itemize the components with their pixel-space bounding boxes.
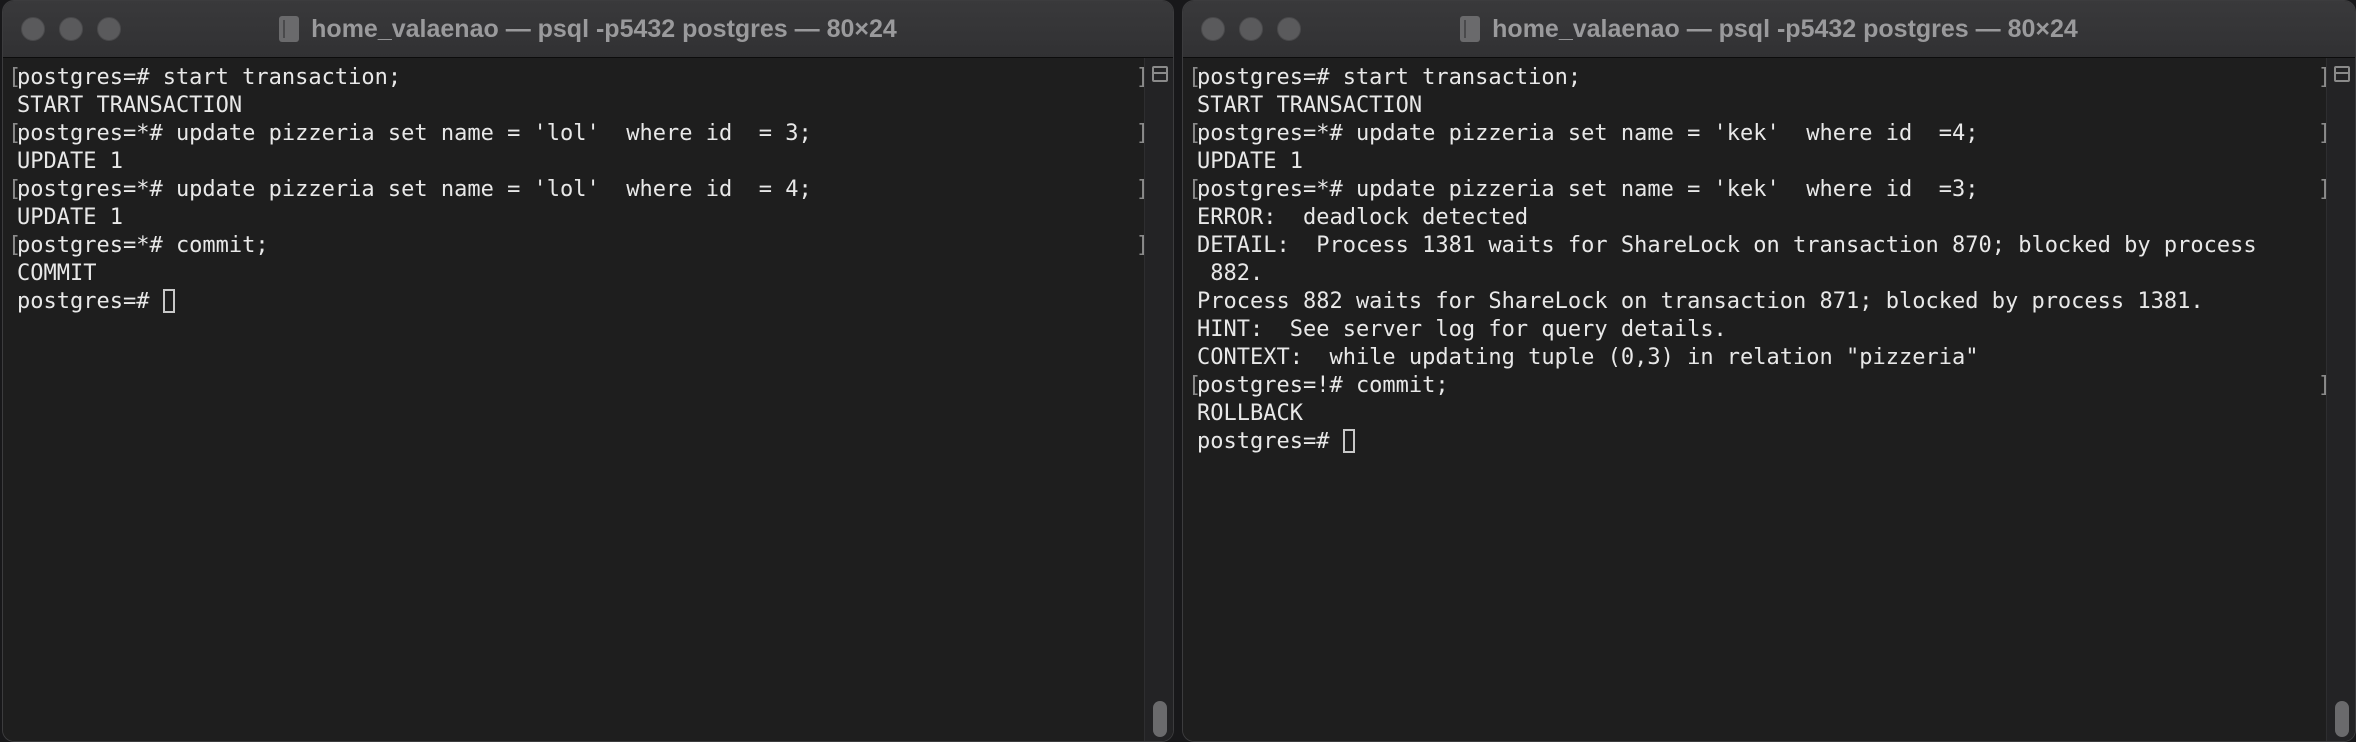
terminal-line: [postgres=*# update pizzeria set name = … (8, 120, 1149, 148)
terminal-line: 882. (1197, 260, 2321, 288)
terminal-line: UPDATE 1 (17, 204, 1139, 232)
terminal-line: CONTEXT: while updating tuple (0,3) in r… (1197, 344, 2321, 372)
terminal-line-text: START TRANSACTION (1197, 93, 1423, 118)
window-titlebar[interactable]: home_valaenao — psql -p5432 postgres — 8… (1183, 1, 2355, 58)
terminal-line-text: postgres=# (1197, 429, 1343, 454)
terminal-window-right[interactable]: home_valaenao — psql -p5432 postgres — 8… (1182, 0, 2356, 742)
terminal-line-text: UPDATE 1 (17, 149, 123, 174)
terminal-line-text: postgres=*# update pizzeria set name = '… (1197, 177, 1979, 202)
terminal-line-text: postgres=*# update pizzeria set name = '… (17, 121, 812, 146)
prompt-mark-left: [ (8, 233, 22, 258)
scrollbar-thumb[interactable] (2335, 701, 2349, 737)
terminal-document-icon (1460, 16, 1481, 42)
split-pane-icon[interactable] (1152, 66, 1168, 82)
terminal-line: postgres=# (1197, 428, 2321, 456)
terminal-content[interactable]: [postgres=# start transaction;] START TRA… (1183, 58, 2355, 741)
window-title: home_valaenao — psql -p5432 postgres — 8… (311, 14, 897, 43)
terminal-line: DETAIL: Process 1381 waits for ShareLock… (1197, 232, 2321, 260)
terminal-line: [postgres=# start transaction;] (1188, 64, 2331, 92)
terminal-line: ROLLBACK (1197, 400, 2321, 428)
terminal-line-text: UPDATE 1 (17, 205, 123, 230)
terminal-line-text: ROLLBACK (1197, 401, 1303, 426)
terminal-line-text: postgres=*# commit; (17, 233, 269, 258)
window-titlebar[interactable]: home_valaenao — psql -p5432 postgres — 8… (3, 1, 1173, 58)
terminal-line: [postgres=!# commit;] (1188, 372, 2331, 400)
prompt-mark-left: [ (8, 121, 22, 146)
window-title: home_valaenao — psql -p5432 postgres — 8… (1492, 14, 2078, 43)
window-title-container: home_valaenao — psql -p5432 postgres — 8… (1183, 1, 2355, 57)
terminal-line: UPDATE 1 (17, 148, 1139, 176)
terminal-line: Process 882 waits for ShareLock on trans… (1197, 288, 2321, 316)
prompt-mark-left: [ (1188, 65, 1202, 90)
terminal-line: [postgres=*# update pizzeria set name = … (8, 176, 1149, 204)
terminal-line-text: 882. (1197, 261, 1264, 286)
terminal-line-text: DETAIL: Process 1381 waits for ShareLock… (1197, 233, 2257, 258)
terminal-line-text: HINT: See server log for query details. (1197, 317, 1727, 342)
split-pane-icon[interactable] (2334, 66, 2350, 82)
terminal-line: [postgres=*# update pizzeria set name = … (1188, 176, 2331, 204)
terminal-line-text: postgres=# (17, 289, 163, 314)
terminal-document-icon (279, 16, 300, 42)
prompt-mark-left: [ (8, 65, 22, 90)
desktop: home_valaenao — psql -p5432 postgres — 8… (0, 0, 2356, 742)
terminal-line-text: postgres=# start transaction; (17, 65, 402, 90)
terminal-line-text: Process 882 waits for ShareLock on trans… (1197, 289, 2204, 314)
terminal-line: ERROR: deadlock detected (1197, 204, 2321, 232)
scrollbar-thumb[interactable] (1153, 701, 1167, 737)
vertical-scrollbar[interactable] (1144, 58, 1173, 741)
vertical-scrollbar[interactable] (2326, 58, 2355, 741)
terminal-line-text: postgres=*# update pizzeria set name = '… (17, 177, 812, 202)
terminal-line: postgres=# (17, 288, 1139, 316)
terminal-line-text: postgres=# start transaction; (1197, 65, 1582, 90)
terminal-content[interactable]: [postgres=# start transaction;] START TRA… (3, 58, 1173, 741)
terminal-window-left[interactable]: home_valaenao — psql -p5432 postgres — 8… (2, 0, 1174, 742)
terminal-line-text: START TRANSACTION (17, 93, 243, 118)
terminal-line-text: postgres=*# update pizzeria set name = '… (1197, 121, 1979, 146)
prompt-mark-left: [ (8, 177, 22, 202)
terminal-line: UPDATE 1 (1197, 148, 2321, 176)
terminal-line-text: UPDATE 1 (1197, 149, 1303, 174)
terminal-line: [postgres=*# update pizzeria set name = … (1188, 120, 2331, 148)
terminal-line: [postgres=# start transaction;] (8, 64, 1149, 92)
terminal-line: START TRANSACTION (1197, 92, 2321, 120)
terminal-line: HINT: See server log for query details. (1197, 316, 2321, 344)
text-cursor[interactable] (1342, 429, 1355, 453)
terminal-line-text: CONTEXT: while updating tuple (0,3) in r… (1197, 345, 1979, 370)
window-title-container: home_valaenao — psql -p5432 postgres — 8… (3, 1, 1173, 57)
text-cursor[interactable] (162, 289, 175, 313)
terminal-line-text: COMMIT (17, 261, 97, 286)
prompt-mark-left: [ (1188, 177, 1202, 202)
terminal-line-text: postgres=!# commit; (1197, 373, 1449, 398)
prompt-mark-left: [ (1188, 121, 1202, 146)
terminal-line: [postgres=*# commit;] (8, 232, 1149, 260)
terminal-output[interactable]: [postgres=# start transaction;] START TRA… (8, 64, 1149, 316)
terminal-output[interactable]: [postgres=# start transaction;] START TRA… (1188, 64, 2331, 456)
terminal-line: COMMIT (17, 260, 1139, 288)
terminal-line: START TRANSACTION (17, 92, 1139, 120)
terminal-line-text: ERROR: deadlock detected (1197, 205, 1529, 230)
prompt-mark-left: [ (1188, 373, 1202, 398)
